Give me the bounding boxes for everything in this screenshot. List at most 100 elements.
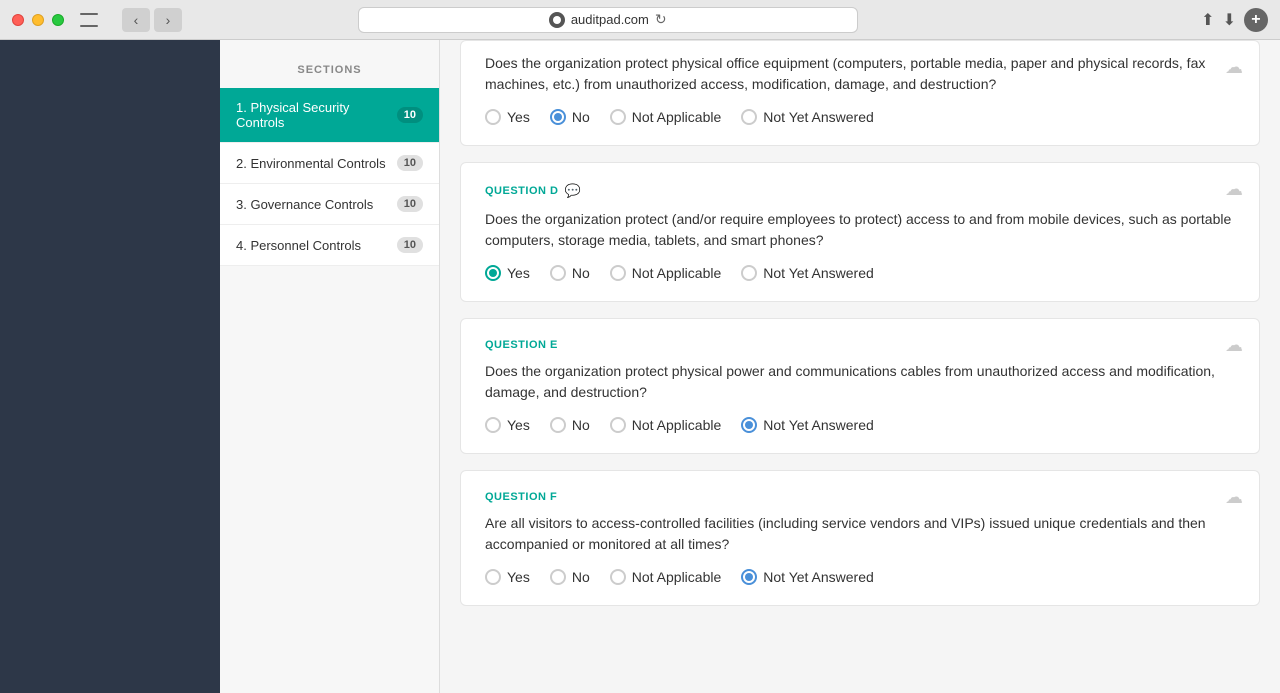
radio-f-yes[interactable]: Yes xyxy=(485,569,530,585)
section-item-personnel[interactable]: 4. Personnel Controls 10 xyxy=(220,225,439,266)
radio-circle-partial-yes xyxy=(485,109,501,125)
radio-f-no[interactable]: No xyxy=(550,569,590,585)
question-d-label: QUESTION D 💬 xyxy=(485,183,1235,199)
radio-circle-f-na xyxy=(610,569,626,585)
back-button[interactable]: ‹ xyxy=(122,8,150,32)
question-f-label: QUESTION F xyxy=(485,491,1235,503)
radio-label-d-yes: Yes xyxy=(507,265,530,281)
question-partial-card: ☁ Does the organization protect physical… xyxy=(460,40,1260,146)
left-sidebar xyxy=(0,40,220,693)
close-button[interactable] xyxy=(12,14,24,26)
radio-e-no[interactable]: No xyxy=(550,417,590,433)
new-tab-button[interactable]: + xyxy=(1244,8,1268,32)
radio-circle-d-na xyxy=(610,265,626,281)
radio-partial-no[interactable]: No xyxy=(550,109,590,125)
radio-label-f-na: Not Applicable xyxy=(632,569,722,585)
radio-group-d: Yes No Not Applicable Not Yet Answered xyxy=(485,265,1235,281)
section-badge-governance: 10 xyxy=(397,196,423,212)
radio-circle-e-no xyxy=(550,417,566,433)
section-item-physical[interactable]: 1. Physical Security Controls 10 xyxy=(220,88,439,143)
sections-panel: SECTIONS 1. Physical Security Controls 1… xyxy=(220,40,440,693)
radio-partial-yes[interactable]: Yes xyxy=(485,109,530,125)
radio-partial-na[interactable]: Not Applicable xyxy=(610,109,722,125)
share-button[interactable]: ⬆ xyxy=(1201,10,1214,30)
radio-group-e: Yes No Not Applicable Not Yet Answered xyxy=(485,417,1235,433)
radio-circle-partial-no xyxy=(550,109,566,125)
radio-d-no[interactable]: No xyxy=(550,265,590,281)
radio-circle-e-nya xyxy=(741,417,757,433)
radio-circle-d-yes xyxy=(485,265,501,281)
radio-e-nya[interactable]: Not Yet Answered xyxy=(741,417,874,433)
main-content: ☁ Does the organization protect physical… xyxy=(440,40,1280,693)
radio-circle-partial-nya xyxy=(741,109,757,125)
radio-label-f-no: No xyxy=(572,569,590,585)
radio-label-d-nya: Not Yet Answered xyxy=(763,265,874,281)
radio-label-d-no: No xyxy=(572,265,590,281)
section-label-governance: 3. Governance Controls xyxy=(236,197,397,212)
section-badge-environmental: 10 xyxy=(397,155,423,171)
cloud-icon-partial: ☁ xyxy=(1225,57,1243,78)
radio-label-d-na: Not Applicable xyxy=(632,265,722,281)
cloud-icon-d: ☁ xyxy=(1225,179,1243,200)
question-d-text: Does the organization protect (and/or re… xyxy=(485,209,1235,251)
radio-label-f-yes: Yes xyxy=(507,569,530,585)
radio-d-na[interactable]: Not Applicable xyxy=(610,265,722,281)
question-partial-text: Does the organization protect physical o… xyxy=(485,53,1235,95)
radio-label-e-yes: Yes xyxy=(507,417,530,433)
section-item-environmental[interactable]: 2. Environmental Controls 10 xyxy=(220,143,439,184)
radio-label-e-nya: Not Yet Answered xyxy=(763,417,874,433)
section-label-environmental: 2. Environmental Controls xyxy=(236,156,397,171)
radio-circle-e-na xyxy=(610,417,626,433)
sections-title: SECTIONS xyxy=(220,56,439,88)
radio-f-na[interactable]: Not Applicable xyxy=(610,569,722,585)
question-f-card: ☁ QUESTION F Are all visitors to access-… xyxy=(460,470,1260,606)
radio-label-partial-nya: Not Yet Answered xyxy=(763,109,874,125)
cloud-icon-f: ☁ xyxy=(1225,487,1243,508)
radio-e-na[interactable]: Not Applicable xyxy=(610,417,722,433)
nav-buttons: ‹ › xyxy=(122,8,182,32)
app-body: SECTIONS 1. Physical Security Controls 1… xyxy=(0,40,1280,693)
cloud-icon-e: ☁ xyxy=(1225,335,1243,356)
toolbar-right: ⬆ ⬇ + xyxy=(1201,8,1268,32)
radio-circle-f-no xyxy=(550,569,566,585)
radio-partial-nya[interactable]: Not Yet Answered xyxy=(741,109,874,125)
radio-circle-d-nya xyxy=(741,265,757,281)
extension-icon xyxy=(549,12,565,28)
radio-circle-f-yes xyxy=(485,569,501,585)
radio-label-partial-yes: Yes xyxy=(507,109,530,125)
reload-button[interactable]: ↻ xyxy=(655,11,667,28)
radio-label-e-no: No xyxy=(572,417,590,433)
radio-circle-e-yes xyxy=(485,417,501,433)
radio-label-partial-na: Not Applicable xyxy=(632,109,722,125)
url-bar[interactable]: auditpad.com ↻ xyxy=(358,7,858,33)
minimize-button[interactable] xyxy=(32,14,44,26)
radio-label-f-nya: Not Yet Answered xyxy=(763,569,874,585)
radio-f-nya[interactable]: Not Yet Answered xyxy=(741,569,874,585)
radio-group-partial: Yes No Not Applicable Not Yet Answered xyxy=(485,109,1235,125)
question-d-card: ☁ QUESTION D 💬 Does the organization pro… xyxy=(460,162,1260,302)
maximize-button[interactable] xyxy=(52,14,64,26)
forward-button[interactable]: › xyxy=(154,8,182,32)
radio-e-yes[interactable]: Yes xyxy=(485,417,530,433)
question-e-text: Does the organization protect physical p… xyxy=(485,361,1235,403)
radio-label-partial-no: No xyxy=(572,109,590,125)
section-label-physical: 1. Physical Security Controls xyxy=(236,100,397,130)
url-text: auditpad.com xyxy=(571,12,649,27)
download-button[interactable]: ⬇ xyxy=(1223,10,1236,30)
question-e-label: QUESTION E xyxy=(485,339,1235,351)
radio-label-e-na: Not Applicable xyxy=(632,417,722,433)
title-bar: ‹ › auditpad.com ↻ ⬆ ⬇ + xyxy=(0,0,1280,40)
radio-circle-partial-na xyxy=(610,109,626,125)
section-item-governance[interactable]: 3. Governance Controls 10 xyxy=(220,184,439,225)
radio-group-f: Yes No Not Applicable Not Yet Answered xyxy=(485,569,1235,585)
radio-d-nya[interactable]: Not Yet Answered xyxy=(741,265,874,281)
radio-d-yes[interactable]: Yes xyxy=(485,265,530,281)
question-f-text: Are all visitors to access-controlled fa… xyxy=(485,513,1235,555)
question-e-card: ☁ QUESTION E Does the organization prote… xyxy=(460,318,1260,454)
section-badge-physical: 10 xyxy=(397,107,423,123)
sidebar-toggle-button[interactable] xyxy=(80,13,98,27)
section-badge-personnel: 10 xyxy=(397,237,423,253)
comment-icon-d: 💬 xyxy=(564,183,581,199)
radio-circle-f-nya xyxy=(741,569,757,585)
section-label-personnel: 4. Personnel Controls xyxy=(236,238,397,253)
